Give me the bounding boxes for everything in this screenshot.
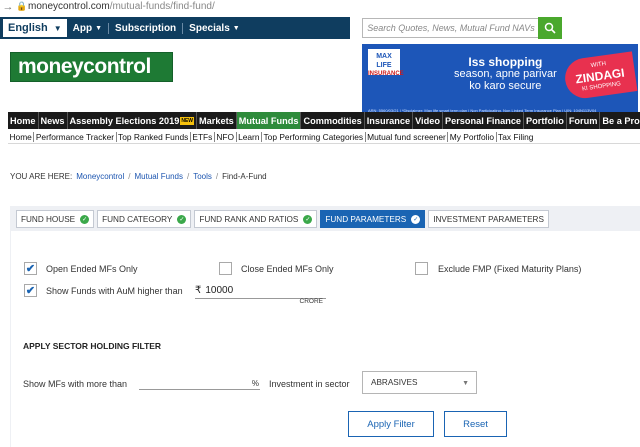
breadcrumb-link[interactable]: Mutual Funds (135, 172, 183, 181)
check-circle-icon: ✓ (411, 214, 421, 224)
aum-value: 10000 (205, 285, 234, 296)
topbar-item-app[interactable]: App ▼ (67, 22, 110, 34)
tab-fund-category[interactable]: FUND CATEGORY ✓ (97, 210, 192, 228)
subnav-item-mutual-fund-screener[interactable]: Mutual fund screener (366, 131, 449, 142)
moneycontrol-logo[interactable]: moneycontrol (10, 52, 173, 82)
nav-item-assembly-elections-2019[interactable]: Assembly Elections 2019 NEW (68, 112, 198, 129)
subnav-item-top-performing-categories[interactable]: Top Performing Categories (262, 131, 366, 142)
nav-item-portfolio[interactable]: Portfolio (524, 112, 567, 129)
aum-checkbox[interactable]: ✔ (24, 284, 37, 297)
sector-filter-title: APPLY SECTOR HOLDING FILTER (23, 341, 162, 351)
nav-item-commodities[interactable]: Commodities (301, 112, 365, 129)
percent-input[interactable]: % (139, 374, 260, 390)
forward-arrow-icon[interactable]: → (0, 1, 16, 13)
close-ended-label: Close Ended MFs Only (241, 264, 334, 274)
chevron-down-icon: ▼ (232, 24, 240, 32)
ad-copy: Iss shopping season, apne parivar ko kar… (454, 55, 557, 92)
open-ended-label: Open Ended MFs Only (46, 264, 138, 274)
chevron-down-icon: ▼ (53, 23, 62, 33)
breadcrumb-link[interactable]: Moneycontrol (76, 172, 124, 181)
top-strip: English ▼ App ▼ Subscription Specials ▼ Se… (0, 13, 640, 43)
subnav-item-my-portfolio[interactable]: My Portfolio (448, 131, 497, 142)
breadcrumb-separator: / (186, 172, 190, 181)
aum-input[interactable]: ₹ 10000 CRORE (195, 283, 326, 305)
tab-fund-rank-and-ratios[interactable]: FUND RANK AND RATIOS ✓ (194, 210, 318, 228)
sub-nav: Home Performance Tracker Top Ranked Funds E… (8, 130, 640, 144)
url-path: /mutual-funds/find-fund/ (109, 1, 215, 12)
fund-parameters-content: ✔ Open Ended MFs Only Close Ended MFs On… (11, 231, 640, 447)
search-button[interactable] (538, 17, 562, 39)
breadcrumb-separator: / (128, 172, 131, 181)
reset-button[interactable]: Reset (444, 411, 507, 437)
filter-tabs: FUND HOUSE ✓ FUND CATEGORY ✓ FUND RANK AND R… (16, 210, 549, 228)
check-circle-icon: ✓ (303, 214, 313, 224)
language-label: English (8, 22, 48, 34)
subnav-item-home[interactable]: Home (8, 131, 35, 142)
breadcrumb: YOU ARE HERE: Moneycontrol / Mutual Funds /… (10, 172, 267, 181)
subnav-item-performance-tracker[interactable]: Performance Tracker (34, 131, 117, 142)
subnav-item-learn[interactable]: Learn (237, 131, 262, 142)
open-ended-checkbox[interactable]: ✔ (24, 262, 37, 275)
lock-icon: 🔒 (16, 1, 28, 11)
subnav-item-tax-filing[interactable]: Tax Filing (497, 132, 535, 142)
nav-item-markets[interactable]: Markets (197, 112, 237, 129)
aum-unit: CRORE (299, 298, 323, 305)
investment-sector-label: Investment in sector (269, 379, 350, 389)
nav-item-mutual-funds[interactable]: Mutual Funds (236, 112, 302, 129)
more-than-label: Show MFs with more than (23, 379, 128, 389)
percent-sign: % (251, 379, 259, 388)
search-icon (544, 22, 556, 34)
subnav-item-nfo[interactable]: NFO (215, 131, 237, 142)
topbar-item-subscription[interactable]: Subscription (109, 22, 184, 34)
url-host: moneycontrol.com (28, 1, 110, 12)
subnav-item-etfs[interactable]: ETFs (191, 131, 215, 142)
nav-item-forum[interactable]: Forum (567, 112, 601, 129)
chevron-down-icon: ▼ (462, 380, 469, 387)
sector-selected-value: ABRASIVES (371, 378, 418, 387)
nav-item-insurance[interactable]: Insurance (365, 112, 414, 129)
topbar-item-specials[interactable]: Specials ▼ (183, 23, 246, 34)
new-badge: NEW (180, 116, 195, 125)
exclude-fmp-label: Exclude FMP (Fixed Maturity Plans) (438, 264, 582, 274)
chevron-down-icon: ▼ (95, 24, 103, 32)
tab-fund-parameters[interactable]: FUND PARAMETERS ✓ (320, 210, 426, 228)
ad-brand-logo: MAX LIFE INSURANCE (368, 49, 404, 77)
apply-filter-button[interactable]: Apply Filter (348, 411, 434, 437)
browser-url-bar[interactable]: → 🔒 moneycontrol.com/mutual-funds/find-f… (0, 0, 640, 13)
check-circle-icon: ✓ (177, 214, 187, 224)
exclude-fmp-checkbox[interactable] (415, 262, 428, 275)
nav-item-home[interactable]: Home (8, 112, 39, 129)
subnav-item-top-ranked-funds[interactable]: Top Ranked Funds (117, 131, 191, 142)
filter-panel: FUND HOUSE ✓ FUND CATEGORY ✓ FUND RANK AND R… (10, 206, 640, 447)
close-ended-checkbox[interactable] (219, 262, 232, 275)
breadcrumb-current: Find-A-Fund (222, 172, 267, 181)
search-input[interactable]: Search Quotes, News, Mutual Fund NAVs (362, 18, 540, 38)
nav-item-be-a-pro[interactable]: Be a Pro (600, 112, 640, 129)
aum-label: Show Funds with AuM higher than (46, 286, 183, 296)
main-nav: Home News Assembly Elections 2019 NEW Market… (8, 112, 640, 129)
breadcrumb-separator: / (215, 172, 219, 181)
sector-select[interactable]: ABRASIVES ▼ (362, 371, 477, 394)
breadcrumb-link[interactable]: Tools (193, 172, 212, 181)
tab-investment-parameters[interactable]: INVESTMENT PARAMETERS (428, 210, 549, 228)
breadcrumb-prefix: YOU ARE HERE: (10, 172, 73, 181)
ad-badge: WITH ZINDAGI KI SHOPPING (562, 51, 638, 101)
rupee-icon: ₹ (195, 285, 202, 296)
language-selector[interactable]: English ▼ (3, 19, 67, 37)
nav-item-news[interactable]: News (39, 112, 68, 129)
top-bar: English ▼ App ▼ Subscription Specials ▼ (0, 17, 350, 39)
check-circle-icon: ✓ (80, 214, 90, 224)
nav-item-video[interactable]: Video (413, 112, 443, 129)
nav-item-personal-finance[interactable]: Personal Finance (443, 112, 525, 129)
tab-fund-house[interactable]: FUND HOUSE ✓ (16, 210, 95, 228)
ad-banner[interactable]: MAX LIFE INSURANCE Iss shopping season, … (362, 44, 638, 116)
